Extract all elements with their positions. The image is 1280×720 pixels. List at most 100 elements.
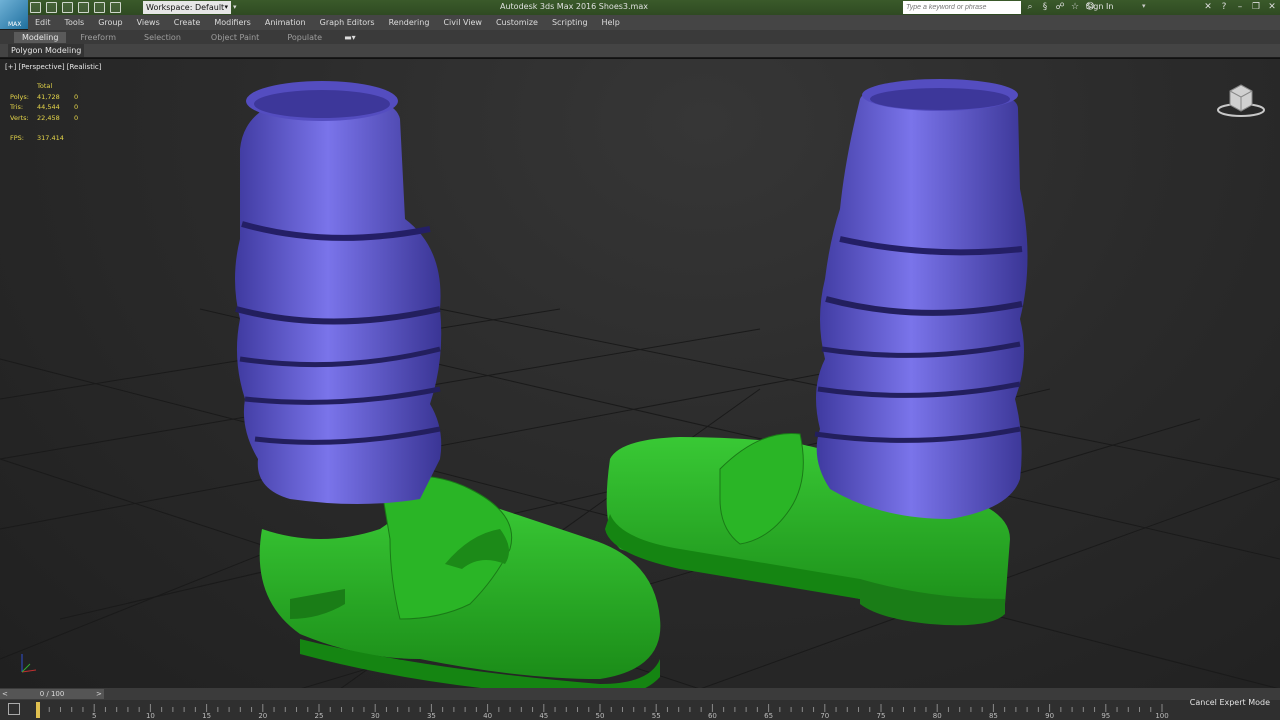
ruler-tick-label: 40: [483, 712, 492, 720]
fps-label: FPS:: [10, 134, 24, 142]
stats-total: 44,544: [37, 103, 60, 111]
ruler-tick-label: 75: [877, 712, 886, 720]
track-bar[interactable]: 5 10 15 20 25 30 35 40 45 50 55 60 65 70 75 80 85 90 95 100: [0, 700, 1280, 720]
stats-total: 22,458: [37, 113, 60, 122]
menu-animation[interactable]: Animation: [258, 18, 313, 27]
tab-object-paint[interactable]: Object Paint: [211, 33, 259, 42]
time-slider[interactable]: < 0 / 100 >: [0, 689, 104, 699]
ruler-tick-label: 70: [820, 712, 829, 720]
ruler-tick-label: 5: [92, 712, 96, 720]
stats-row-fps: FPS: 317.414: [10, 133, 84, 144]
exchange-icon[interactable]: ✕: [1200, 0, 1216, 14]
ruler-tick-label: 85: [989, 712, 998, 720]
right-sock[interactable]: [814, 79, 1028, 519]
ruler-tick-label: 20: [258, 712, 267, 720]
ribbon-options-icon[interactable]: ▬▾: [344, 33, 358, 42]
left-sock[interactable]: [235, 81, 442, 504]
ruler-tick-label: 80: [933, 712, 942, 720]
redo-icon[interactable]: [94, 2, 105, 13]
stats-selected: 0: [74, 103, 79, 111]
communication-icon[interactable]: ☍: [1055, 2, 1065, 12]
quick-access-toolbar: [30, 1, 121, 14]
toolbar-overflow-icon[interactable]: ▾: [233, 1, 240, 14]
menu-group[interactable]: Group: [91, 18, 129, 27]
left-shoe[interactable]: [259, 475, 661, 688]
minimize-icon[interactable]: –: [1232, 0, 1248, 14]
ruler-tick-label: 95: [1101, 712, 1110, 720]
menu-tools[interactable]: Tools: [58, 18, 92, 27]
workspace-label: Workspace: Default: [146, 3, 225, 12]
sign-in-link[interactable]: Sign In: [1086, 2, 1113, 11]
chevron-down-icon[interactable]: ▾: [1142, 2, 1146, 10]
previous-frame-icon[interactable]: <: [2, 689, 8, 699]
ruler-tick-label: 60: [708, 712, 717, 720]
frame-ruler[interactable]: 5 10 15 20 25 30 35 40 45 50 55 60 65 70 75 80 85 90 95 100: [0, 700, 1280, 720]
time-slider-label: 0 / 100: [39, 690, 65, 698]
perspective-viewport[interactable]: [+] [Perspective] [Realistic] Total Poly…: [0, 58, 1280, 688]
infocenter-icons: ⌕ § ☍ ☆ ☺: [1025, 2, 1095, 12]
stats-row-polys: Polys: 41,728 0: [10, 92, 84, 103]
time-slider-bar: < 0 / 100 >: [0, 688, 1280, 700]
menu-bar: Edit Tools Group Views Create Modifiers …: [28, 15, 1280, 30]
ribbon-panel: Polygon Modeling: [0, 44, 1280, 57]
stats-row-tris: Tris: 44,544 0: [10, 102, 84, 113]
next-frame-icon[interactable]: >: [96, 689, 102, 699]
chevron-down-icon: ▾: [224, 3, 228, 11]
ruler-tick-label: 15: [202, 712, 211, 720]
ruler-tick-label: 50: [596, 712, 605, 720]
ruler-tick-label: 65: [764, 712, 773, 720]
stats-total: 41,728: [37, 92, 60, 101]
search-input[interactable]: [903, 1, 1021, 14]
binoculars-icon[interactable]: ⌕: [1025, 2, 1035, 12]
menu-modifiers[interactable]: Modifiers: [207, 18, 258, 27]
open-file-icon[interactable]: [46, 2, 57, 13]
project-folder-icon[interactable]: [110, 2, 121, 13]
workspace-dropdown[interactable]: Workspace: Default ▾: [143, 1, 231, 14]
app-logo-text: MAX: [8, 21, 22, 28]
new-file-icon[interactable]: [30, 2, 41, 13]
fps-value: 317.414: [37, 134, 64, 142]
ruler-tick-label: 30: [371, 712, 380, 720]
menu-customize[interactable]: Customize: [489, 18, 545, 27]
subscription-icon[interactable]: §: [1040, 2, 1050, 12]
help-icon[interactable]: ?: [1216, 0, 1232, 14]
app-menu-button[interactable]: MAX: [0, 0, 28, 29]
menu-scripting[interactable]: Scripting: [545, 18, 595, 27]
menu-edit[interactable]: Edit: [28, 18, 58, 27]
menu-rendering[interactable]: Rendering: [382, 18, 437, 27]
window-controls: ✕ ? – ❐ ✕: [1200, 0, 1280, 14]
menu-graph-editors[interactable]: Graph Editors: [313, 18, 382, 27]
tab-modeling[interactable]: Modeling: [14, 31, 67, 43]
tab-selection[interactable]: Selection: [144, 33, 181, 42]
ruler-tick-label: 10: [146, 712, 155, 720]
close-icon[interactable]: ✕: [1264, 0, 1280, 14]
cancel-expert-mode-button[interactable]: Cancel Expert Mode: [1190, 698, 1270, 707]
viewcube-icon[interactable]: [1216, 81, 1266, 121]
stats-key: Polys:: [10, 92, 29, 101]
ruler-tick-label: 25: [315, 712, 324, 720]
menu-civil-view[interactable]: Civil View: [436, 18, 489, 27]
ruler-tick-label: 35: [427, 712, 436, 720]
statistics-overlay: Total Polys: 41,728 0 Tris: 44,544 0 Ver…: [10, 81, 84, 144]
polygon-modeling-button[interactable]: Polygon Modeling: [8, 44, 85, 57]
ruler-tick-label: 45: [539, 712, 548, 720]
ruler-tick-label: 100: [1155, 712, 1168, 720]
stats-header: Total: [37, 82, 53, 90]
restore-icon[interactable]: ❐: [1248, 0, 1264, 14]
menu-views[interactable]: Views: [130, 18, 167, 27]
menu-help[interactable]: Help: [595, 18, 627, 27]
tab-freeform[interactable]: Freeform: [80, 33, 116, 42]
current-frame-marker[interactable]: [36, 702, 40, 718]
scene-render[interactable]: [0, 59, 1280, 688]
stats-selected: 0: [74, 113, 79, 122]
tab-populate[interactable]: Populate: [287, 33, 322, 42]
ribbon-tabs: Modeling Freeform Selection Object Paint…: [0, 30, 1280, 44]
save-file-icon[interactable]: [62, 2, 73, 13]
viewport-label[interactable]: [+] [Perspective] [Realistic]: [5, 63, 101, 71]
menu-create[interactable]: Create: [167, 18, 208, 27]
mini-curve-editor-icon[interactable]: [8, 703, 20, 715]
undo-icon[interactable]: [78, 2, 89, 13]
stats-key: Tris:: [10, 103, 24, 111]
stats-row-verts: Verts: 22,458 0: [10, 113, 84, 124]
favorites-star-icon[interactable]: ☆: [1070, 2, 1080, 12]
